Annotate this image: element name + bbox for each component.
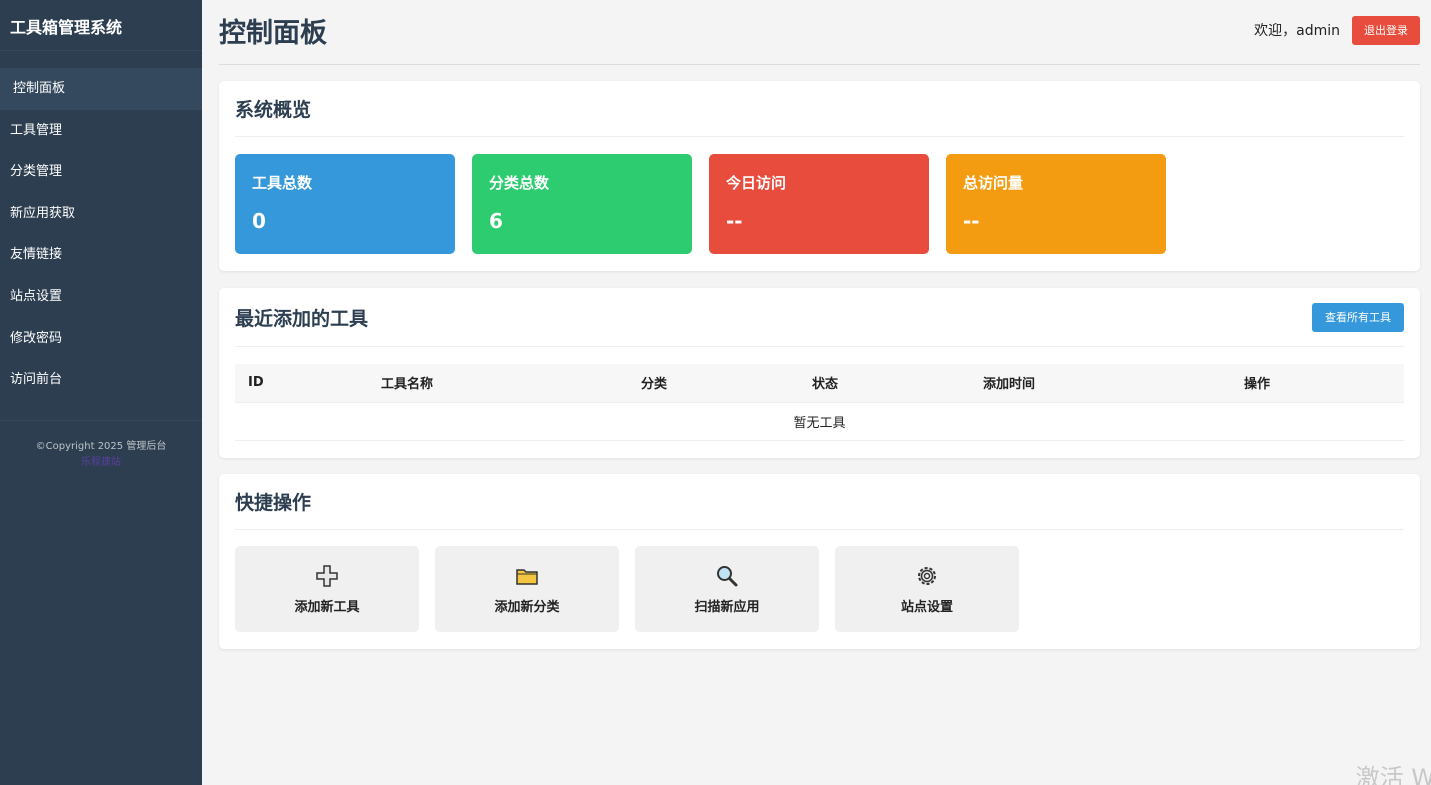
- add-tool-button[interactable]: 添加新工具: [235, 546, 419, 632]
- sidebar-item-tools[interactable]: 工具管理: [0, 110, 202, 152]
- stat-card-total-visits: 总访问量 --: [946, 154, 1166, 254]
- plus-icon: [315, 564, 339, 588]
- quick-title: 快捷操作: [235, 492, 312, 514]
- stat-card-tools: 工具总数 0: [235, 154, 455, 254]
- quick-actions-panel: 快捷操作 添加新工具 添加新分类 扫描新应用 站点设置: [219, 474, 1420, 649]
- action-label: 添加新工具: [294, 599, 360, 615]
- welcome-text: 欢迎，admin: [1254, 23, 1340, 39]
- recent-header: 最近添加的工具 查看所有工具: [235, 288, 1404, 347]
- column-category: 分类: [628, 364, 799, 403]
- copyright-link[interactable]: 乐程建站: [0, 455, 202, 471]
- recent-tools-panel: 最近添加的工具 查看所有工具 ID 工具名称 分类 状态 添加时间 操作 暂无工…: [219, 288, 1420, 458]
- column-actions: 操作: [1231, 364, 1404, 403]
- copyright-text: ©Copyright 2025 管理后台: [35, 440, 167, 452]
- sidebar-item-visit-frontend[interactable]: 访问前台: [0, 359, 202, 401]
- sidebar-item-dashboard[interactable]: 控制面板: [0, 68, 202, 110]
- column-name: 工具名称: [368, 364, 628, 403]
- stat-label: 分类总数: [489, 174, 550, 192]
- stat-label: 今日访问: [726, 174, 787, 192]
- topbar: 控制面板 欢迎，admin 退出登录: [219, 0, 1420, 65]
- recent-title: 最近添加的工具: [235, 307, 369, 330]
- column-added-time: 添加时间: [970, 364, 1231, 403]
- action-label: 添加新分类: [494, 599, 560, 615]
- overview-header: 系统概览: [235, 81, 1404, 137]
- logout-button[interactable]: 退出登录: [1352, 15, 1420, 45]
- stats-row: 工具总数 0 分类总数 6 今日访问 -- 总访问量 --: [235, 154, 1404, 254]
- action-label: 扫描新应用: [694, 599, 760, 615]
- site-settings-button[interactable]: 站点设置: [835, 546, 1019, 632]
- column-id: ID: [235, 364, 368, 403]
- copyright: ©Copyright 2025 管理后台 乐程建站: [0, 421, 202, 471]
- stat-label: 总访问量: [963, 174, 1024, 192]
- actions-row: 添加新工具 添加新分类 扫描新应用 站点设置: [235, 546, 1404, 632]
- main-content: 控制面板 欢迎，admin 退出登录 系统概览 工具总数 0 分类总数 6 今日…: [219, 0, 1420, 649]
- empty-message: 暂无工具: [235, 402, 1404, 441]
- sidebar-item-site-settings[interactable]: 站点设置: [0, 276, 202, 318]
- folder-icon: [515, 564, 539, 588]
- stat-card-categories: 分类总数 6: [472, 154, 692, 254]
- view-all-tools-button[interactable]: 查看所有工具: [1312, 302, 1404, 332]
- sidebar: 工具箱管理系统 控制面板 工具管理 分类管理 新应用获取 友情链接 站点设置 修…: [0, 0, 202, 785]
- sidebar-item-change-password[interactable]: 修改密码: [0, 318, 202, 360]
- activation-watermark: 激活 W: [1355, 764, 1431, 785]
- action-label: 站点设置: [900, 599, 953, 615]
- scan-apps-button[interactable]: 扫描新应用: [635, 546, 819, 632]
- brand-title: 工具箱管理系统: [0, 0, 202, 51]
- table-header-row: ID 工具名称 分类 状态 添加时间 操作: [235, 364, 1404, 403]
- user-box: 欢迎，admin 退出登录: [1254, 15, 1420, 45]
- stat-card-today-visits: 今日访问 --: [709, 154, 929, 254]
- page-title: 控制面板: [219, 17, 327, 49]
- stat-value: --: [963, 209, 980, 233]
- search-icon: [715, 564, 739, 588]
- sidebar-item-new-apps[interactable]: 新应用获取: [0, 193, 202, 235]
- quick-header: 快捷操作: [235, 474, 1404, 530]
- stat-label: 工具总数: [252, 174, 313, 192]
- add-category-button[interactable]: 添加新分类: [435, 546, 619, 632]
- stat-value: 6: [489, 209, 503, 233]
- column-status: 状态: [799, 364, 970, 403]
- overview-title: 系统概览: [235, 99, 312, 121]
- stat-value: --: [726, 209, 743, 233]
- gear-icon: [915, 564, 939, 588]
- recent-tools-table: ID 工具名称 分类 状态 添加时间 操作 暂无工具: [235, 364, 1404, 441]
- table-row: 暂无工具: [235, 402, 1404, 441]
- sidebar-nav: 控制面板 工具管理 分类管理 新应用获取 友情链接 站点设置 修改密码 访问前台: [0, 68, 202, 401]
- stat-value: 0: [252, 209, 266, 233]
- sidebar-item-friend-links[interactable]: 友情链接: [0, 234, 202, 276]
- overview-panel: 系统概览 工具总数 0 分类总数 6 今日访问 -- 总访问量 --: [219, 81, 1420, 271]
- sidebar-item-categories[interactable]: 分类管理: [0, 151, 202, 193]
